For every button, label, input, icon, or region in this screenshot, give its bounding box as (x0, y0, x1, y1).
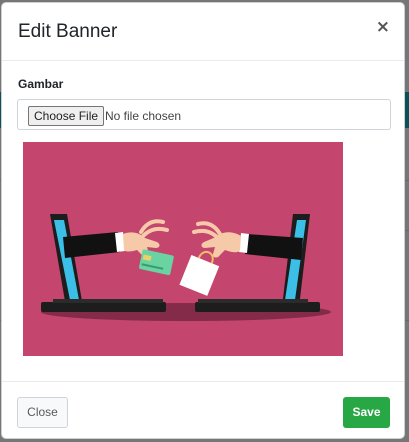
file-status-text: No file chosen (105, 109, 182, 123)
modal-title: Edit Banner (18, 21, 118, 42)
close-button[interactable]: Close (17, 397, 68, 428)
image-field-label: Gambar (18, 77, 64, 91)
banner-image-preview (23, 142, 343, 356)
edit-banner-modal: Edit Banner × Gambar Choose File No file… (1, 2, 405, 439)
modal-footer: Close Save (2, 381, 404, 438)
file-input[interactable]: Choose File No file chosen (17, 99, 391, 130)
close-icon[interactable]: × (376, 17, 390, 37)
banner-illustration-icon (23, 142, 343, 356)
choose-file-button[interactable]: Choose File (28, 106, 105, 126)
save-button[interactable]: Save (343, 397, 390, 428)
modal-header: Edit Banner × (2, 3, 404, 61)
